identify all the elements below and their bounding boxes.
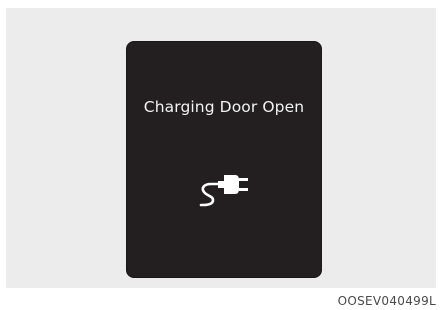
charging-door-message: Charging Door Open [143,98,305,116]
figure-code-label: OOSEV040499L [337,294,436,308]
figure-canvas: Charging Door Open OOSEV040499L [0,0,442,310]
charging-plug-icon [199,175,248,207]
cluster-display: Charging Door Open [127,42,321,277]
